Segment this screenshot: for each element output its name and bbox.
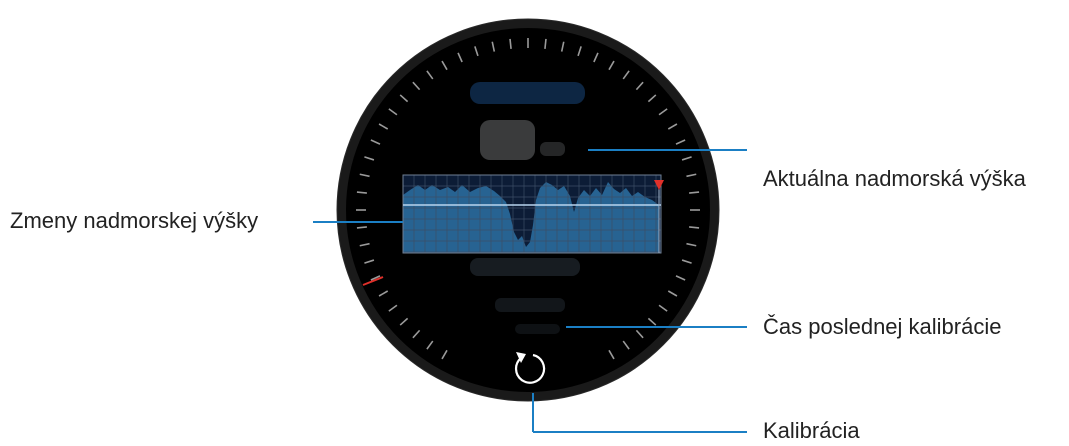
callout-altitude-changes: Zmeny nadmorskej výšky [10,208,259,233]
bezel-tick [689,191,700,194]
blurred-title [470,82,585,104]
watch-screen-illustration: Aktuálna nadmorská výška Zmeny nadmorske… [0,0,1069,443]
blurred-calibration-label [495,298,565,312]
calibrate-button[interactable] [509,348,553,392]
bezel-tick [689,226,700,229]
blurred-calibration-time [515,324,560,334]
callout-calibration: Kalibrácia [763,418,860,443]
callout-last-calibration-time: Čas poslednej kalibrácie [763,314,1002,339]
altitude-graph [402,174,664,254]
blurred-graph-caption [470,258,580,276]
bezel-tick [356,191,367,194]
callout-current-altitude: Aktuálna nadmorská výška [763,166,1026,191]
bezel-tick [544,38,547,49]
bezel-tick [356,226,367,229]
blurred-altitude-unit [540,142,565,156]
blurred-altitude-value [480,120,535,160]
bezel-tick [509,38,512,49]
